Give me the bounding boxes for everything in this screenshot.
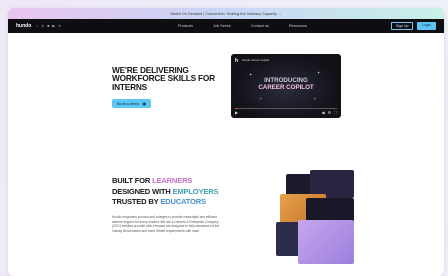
announcement-banner[interactable]: Watch On Demand | Connection: Scaling th… (8, 8, 444, 19)
section-title-line1: BUILT FOR LEARNERS (112, 176, 232, 187)
video-progress-fill (235, 108, 238, 109)
section-title-accent: LEARNERS (152, 176, 193, 185)
section-title: BUILT FOR LEARNERS DESIGNED WITH EMPLOYE… (112, 176, 232, 208)
video-channel-name[interactable]: Hundo Career Copilot (242, 58, 269, 62)
nav-link-job-seeks[interactable]: Job Seeks (213, 24, 231, 28)
logo[interactable]: hundo (16, 23, 31, 29)
sparkle-icon: ✦ (317, 70, 321, 75)
video-logo-icon: h (235, 58, 239, 64)
login-button[interactable]: Login (417, 22, 436, 30)
book-demo-button[interactable]: Book a demo ▣ (112, 99, 151, 108)
section-title-accent: EMPLOYERS (172, 186, 219, 196)
page-frame: Watch On Demand | Connection: Scaling th… (8, 8, 444, 276)
nav-link-resources[interactable]: Resources (289, 24, 307, 28)
social-links: ♪ ◎ ■ ▶ ✕ (36, 24, 61, 28)
nav-links: Products Job Seeks Contact us Resources (178, 24, 307, 28)
banner-text[interactable]: Watch On Demand | Connection: Scaling th… (170, 12, 281, 16)
linkedin-icon[interactable]: ■ (47, 24, 49, 28)
sparkle-icon: ✧ (313, 96, 317, 101)
nav-link-contact[interactable]: Contact us (251, 24, 269, 28)
play-icon[interactable]: ▶ (235, 110, 238, 115)
youtube-icon[interactable]: ▶ (52, 24, 55, 28)
video-player[interactable]: h Hundo Career Copilot ✦ ✦ ✧ ✧ INTRODUCI… (231, 54, 341, 118)
collage-card (298, 220, 354, 264)
hero-title: WE'RE DELIVERING WORKFORCE SKILLS FOR IN… (112, 65, 215, 92)
instagram-icon[interactable]: ◎ (41, 24, 44, 28)
top-nav: hundo ♪ ◎ ■ ▶ ✕ Products Job Seeks Conta… (8, 19, 444, 33)
section-title-prefix: DESIGNED WITH (112, 186, 171, 196)
signup-button[interactable]: Sign Up (390, 22, 414, 30)
calendar-icon: ▣ (142, 102, 146, 106)
video-title-line1: INTRODUCING (264, 77, 308, 84)
video-controls: ▶ ◀ ⚙ ⛶ (235, 110, 337, 115)
section-title-accent: EDUCATORS (160, 197, 206, 206)
section-body: Hundo empowers schools and colleges to p… (112, 215, 220, 233)
section-title-prefix: BUILT FOR (112, 176, 151, 185)
video-title-line2: CAREER COPILOT (258, 84, 314, 91)
volume-icon[interactable]: ◀ (322, 110, 325, 115)
section-title-prefix: TRUSTED BY (112, 197, 159, 206)
auth-buttons: Sign Up Login (390, 22, 436, 30)
x-icon[interactable]: ✕ (58, 24, 61, 28)
video-control-group: ◀ ⚙ ⛶ (322, 110, 337, 115)
book-demo-label: Book a demo (117, 101, 140, 106)
sparkle-icon: ✧ (259, 96, 263, 101)
section-title-line3: TRUSTED BY EDUCATORS (112, 197, 232, 208)
tiktok-icon[interactable]: ♪ (36, 24, 38, 28)
product-collage-image (276, 170, 356, 266)
section-title-line2: DESIGNED WITH EMPLOYERS (112, 187, 232, 198)
video-progress-bar[interactable] (235, 108, 337, 109)
fullscreen-icon[interactable]: ⛶ (334, 110, 337, 115)
settings-icon[interactable]: ⚙ (328, 110, 332, 115)
nav-link-products[interactable]: Products (178, 24, 193, 28)
